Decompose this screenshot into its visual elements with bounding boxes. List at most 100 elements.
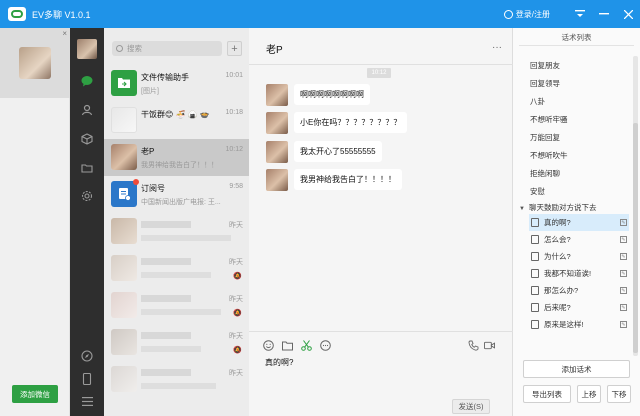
avatar xyxy=(111,144,137,170)
script-group-expanded[interactable]: ▼ 聊天鼓励对方说下去 xyxy=(519,202,596,213)
emoji-icon[interactable] xyxy=(263,340,274,351)
account-close-icon[interactable]: × xyxy=(62,29,67,38)
move-up-button[interactable]: 上移 xyxy=(577,385,601,403)
chat-title: 老P xyxy=(266,45,283,56)
message-bubble[interactable]: 我太开心了55555555 xyxy=(294,141,382,162)
chat-time: 10:12 xyxy=(225,146,243,153)
edit-icon[interactable]: ✎ xyxy=(620,321,627,328)
scrollbar-thumb[interactable] xyxy=(633,123,638,353)
chat-time: 昨天 xyxy=(229,259,243,266)
edit-icon[interactable]: ✎ xyxy=(620,287,627,294)
message-row: 我太开心了55555555 xyxy=(266,141,382,163)
menu-icon[interactable] xyxy=(568,0,592,28)
script-item[interactable]: 那怎么办? ✎ xyxy=(529,282,629,299)
avatar xyxy=(111,255,137,281)
message-bubble[interactable]: 小E你在吗？？？？？？？？ xyxy=(294,112,408,133)
script-category[interactable]: 回复领导 xyxy=(530,78,560,89)
message-composer: 真的啊? 发送(S) xyxy=(249,331,513,416)
chat-name-redacted xyxy=(141,332,191,339)
script-text: 我都不知道诶! xyxy=(544,269,592,278)
search-icon xyxy=(116,45,123,52)
chat-preview-redacted xyxy=(141,309,221,315)
mute-icon: 🔕 xyxy=(233,310,242,317)
script-item[interactable]: 后来呢? ✎ xyxy=(529,299,629,316)
document-icon xyxy=(531,252,539,261)
title-bar: EV多聊 V1.0.1 登录/注册 xyxy=(0,0,640,28)
send-button[interactable]: 发送(S) xyxy=(452,399,490,414)
close-icon[interactable] xyxy=(616,0,640,28)
chat-name: 老P xyxy=(141,147,155,156)
script-item[interactable]: 我都不知道诶! ✎ xyxy=(529,265,629,282)
contacts-icon[interactable] xyxy=(81,104,93,116)
chat-preview: [图片] xyxy=(141,88,159,95)
chat-time: 10:01 xyxy=(225,72,243,79)
phone-icon[interactable] xyxy=(81,373,93,385)
script-item[interactable]: 为什么? ✎ xyxy=(529,248,629,265)
script-category[interactable]: 拒绝闲聊 xyxy=(530,168,560,179)
search-input[interactable]: 搜索 xyxy=(112,41,222,56)
script-item[interactable]: 原来是这样! ✎ xyxy=(529,316,629,333)
video-call-icon[interactable] xyxy=(484,340,495,351)
add-script-button[interactable]: 添加话术 xyxy=(523,360,630,378)
move-down-button[interactable]: 下移 xyxy=(607,385,631,403)
message-input[interactable]: 真的啊? xyxy=(265,357,293,368)
group-avatar xyxy=(111,107,137,133)
folder-icon[interactable] xyxy=(81,162,93,174)
script-item[interactable]: 真的啊? ✎ xyxy=(529,214,629,231)
edit-icon[interactable]: ✎ xyxy=(620,219,627,226)
account-column: × 添加微信 xyxy=(0,28,70,416)
chat-preview-redacted xyxy=(141,383,216,389)
script-category[interactable]: 安慰 xyxy=(530,186,545,197)
avatar xyxy=(266,112,288,134)
add-wechat-button[interactable]: 添加微信 xyxy=(12,385,58,403)
edit-icon[interactable]: ✎ xyxy=(620,236,627,243)
chat-bubble-icon[interactable] xyxy=(320,340,331,351)
list-item[interactable]: 昨天 xyxy=(104,213,249,250)
voice-call-icon[interactable] xyxy=(468,340,479,351)
script-item[interactable]: 怎么会? ✎ xyxy=(529,231,629,248)
edit-icon[interactable]: ✎ xyxy=(620,253,627,260)
message-timestamp: 10:12 xyxy=(367,68,391,78)
script-category[interactable]: 不想听吹牛 xyxy=(530,150,568,161)
add-button[interactable]: + xyxy=(227,41,242,56)
message-bubble[interactable]: 啊啊啊啊啊啊啊啊 xyxy=(294,84,370,105)
message-row: 我男神给我告白了！！！！ xyxy=(266,169,402,191)
list-item[interactable]: 昨天 🔕 xyxy=(104,324,249,361)
login-register-link[interactable]: 登录/注册 xyxy=(503,9,550,20)
list-item[interactable]: 昨天 xyxy=(104,361,249,398)
document-icon xyxy=(531,286,539,295)
script-category[interactable]: 回复朋友 xyxy=(530,60,560,71)
folder-icon[interactable] xyxy=(282,340,293,351)
account-item[interactable]: × xyxy=(0,28,70,98)
more-options-icon[interactable]: ··· xyxy=(492,42,502,53)
compass-icon[interactable] xyxy=(81,350,93,362)
script-category[interactable]: 不想听牢骚 xyxy=(530,114,568,125)
script-category[interactable]: 万能回复 xyxy=(530,132,560,143)
avatar xyxy=(111,218,137,244)
edit-icon[interactable]: ✎ xyxy=(620,304,627,311)
cube-icon[interactable] xyxy=(81,133,93,145)
script-category[interactable]: 八卦 xyxy=(530,96,545,107)
chat-icon[interactable] xyxy=(81,75,93,87)
list-item[interactable]: 干饭群😊 🍜 🍙 🍲 10:18 xyxy=(104,102,249,139)
edit-icon[interactable]: ✎ xyxy=(620,270,627,277)
app-title: EV多聊 V1.0.1 xyxy=(32,9,91,20)
hamburger-menu-icon[interactable] xyxy=(81,395,93,407)
scissors-icon[interactable] xyxy=(301,340,312,351)
export-list-button[interactable]: 导出列表 xyxy=(523,385,571,403)
list-item[interactable]: 订阅号 中国新闻出版广电报: 王... 9:58 xyxy=(104,176,249,213)
chat-name-redacted xyxy=(141,258,191,265)
avatar[interactable] xyxy=(77,39,97,59)
side-nav xyxy=(70,28,104,416)
message-row: 小E你在吗？？？？？？？？ xyxy=(266,112,408,134)
minimize-icon[interactable] xyxy=(592,0,616,28)
list-item[interactable]: 昨天 🔕 xyxy=(104,250,249,287)
scrollbar[interactable] xyxy=(633,56,638,356)
message-bubble[interactable]: 我男神给我告白了！！！！ xyxy=(294,169,402,190)
chat-time: 昨天 xyxy=(229,333,243,340)
script-group-label: 聊天鼓励对方说下去 xyxy=(528,203,597,212)
list-item[interactable]: 文件传输助手 [图片] 10:01 xyxy=(104,65,249,102)
settings-icon[interactable] xyxy=(81,190,93,202)
list-item[interactable]: 老P 我男神给我告白了！！！ 10:12 xyxy=(104,139,249,176)
list-item[interactable]: 昨天 🔕 xyxy=(104,287,249,324)
